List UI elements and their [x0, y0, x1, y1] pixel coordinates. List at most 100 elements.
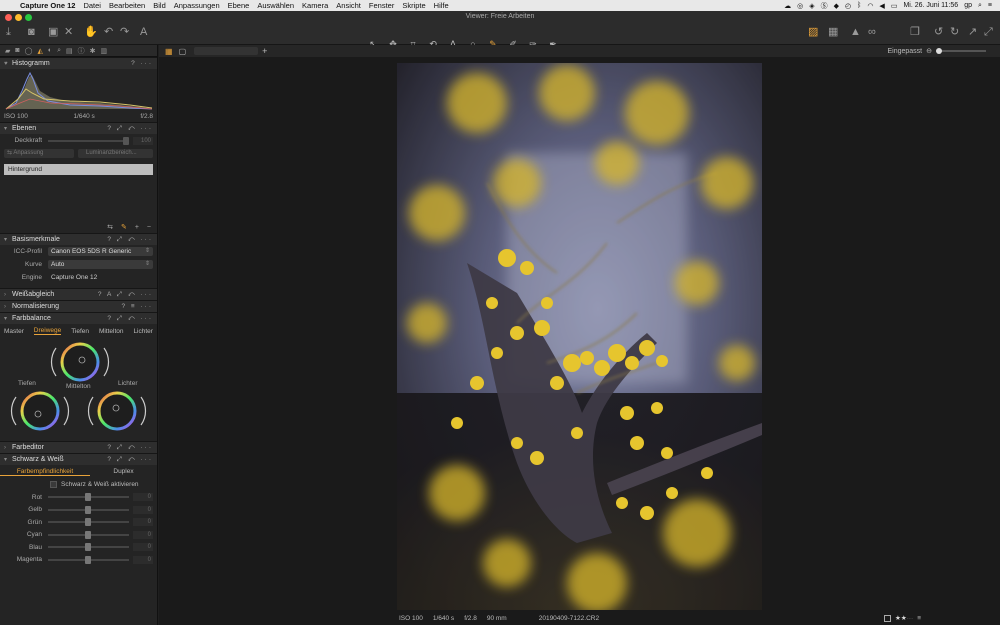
zoom-slider-knob[interactable] — [936, 48, 942, 54]
hand-icon[interactable]: ✋ — [84, 27, 98, 38]
delete-icon[interactable]: ✕ — [64, 27, 73, 38]
menu-select[interactable]: Auswählen — [257, 1, 294, 10]
layer-background[interactable]: Hintergrund — [4, 164, 153, 175]
grid-layout-icon[interactable]: ▦ — [165, 47, 173, 56]
exposure-warning-icon[interactable]: ▲ — [850, 27, 861, 38]
battery-icon[interactable]: ▭ — [891, 2, 898, 10]
zoom-out-icon[interactable]: ⊖ — [926, 47, 932, 55]
menu-help[interactable]: Hilfe — [434, 1, 449, 10]
menu-view[interactable]: Ansicht — [336, 1, 361, 10]
menu-camera[interactable]: Kamera — [302, 1, 328, 10]
menu-window[interactable]: Fenster — [369, 1, 394, 10]
bw-tools[interactable]: ? ⤢ ↶ ··· — [107, 456, 153, 464]
meta-tab-icon[interactable]: ⓘ — [78, 46, 85, 56]
proof-icon[interactable]: ∞ — [868, 27, 876, 38]
bw-enable-checkbox[interactable] — [50, 481, 57, 488]
lens-tab-icon[interactable]: ◯ — [25, 47, 33, 55]
skype-icon[interactable]: Ⓢ — [821, 1, 828, 11]
bw-blue-slider[interactable] — [48, 543, 129, 552]
timemachine-icon[interactable]: ◴ — [845, 2, 851, 10]
luminance-button[interactable]: Luminanzbereich... — [78, 149, 153, 158]
menu-adjustments[interactable]: Anpassungen — [174, 1, 220, 10]
reset-icon[interactable]: ⤢ — [984, 27, 993, 38]
star-rating[interactable]: ★★··· — [895, 614, 913, 622]
exposure-tab-icon[interactable]: ◐ — [48, 47, 52, 54]
opacity-value[interactable]: 100 — [133, 136, 153, 145]
camera-tab-icon[interactable]: ◙ — [15, 47, 19, 54]
auto-adjust-icon[interactable]: A — [140, 27, 147, 38]
tab-midtones[interactable]: Mittelton — [99, 328, 124, 335]
volume-icon[interactable]: ◀ — [879, 2, 884, 10]
spotlight-icon[interactable]: ⌕ — [978, 2, 982, 10]
grid-view-icon[interactable]: ▦ — [828, 27, 838, 38]
menu-edit[interactable]: Bearbeiten — [109, 1, 145, 10]
menu-image[interactable]: Bild — [153, 1, 166, 10]
capture-icon[interactable]: ◙ — [28, 27, 35, 38]
batch-tab-icon[interactable]: ▥ — [101, 47, 108, 55]
single-view-icon[interactable]: ▢ — [179, 47, 187, 56]
rotate-right-icon[interactable]: ↻ — [950, 27, 959, 38]
normalization-header[interactable]: › Normalisierung ? ≡ ··· — [0, 300, 157, 312]
color-balance-header[interactable]: ▾ Farbbalance ? ⤢ ↶ ··· — [0, 312, 157, 324]
highlight-wheel[interactable] — [87, 391, 147, 431]
bw-yellow-slider[interactable] — [48, 505, 129, 514]
tab-sensitivity[interactable]: Farbempfindlichkeit — [0, 468, 90, 476]
menu-file[interactable]: Datei — [83, 1, 101, 10]
bw-red-slider[interactable] — [48, 493, 129, 502]
layer-options-icon[interactable]: ⇆ — [107, 223, 113, 231]
shadow-wheel[interactable] — [10, 391, 70, 431]
color-tag-icon[interactable] — [884, 614, 892, 622]
layers-header[interactable]: ▾ Ebenen ? ⤢ ↶ ··· — [0, 122, 157, 134]
color-tab-icon[interactable]: ◭ — [37, 47, 42, 55]
add-icon[interactable]: + — [262, 46, 267, 56]
rotate-left-icon[interactable]: ↺ — [934, 27, 943, 38]
sync-icon[interactable]: ◎ — [797, 2, 803, 10]
notification-icon[interactable]: ≡ — [988, 2, 992, 9]
bw-red-value[interactable]: 0 — [133, 493, 153, 502]
menu-icon[interactable]: ≡ — [917, 615, 921, 622]
remove-layer-icon[interactable]: − — [147, 224, 151, 231]
tab-duplex[interactable]: Duplex — [90, 468, 157, 475]
user-name[interactable]: gp — [964, 2, 972, 9]
bw-blue-value[interactable]: 0 — [133, 543, 153, 552]
midtone-wheel[interactable] — [50, 342, 110, 382]
bw-header[interactable]: ▾ Schwarz & Weiß ? ⤢ ↶ ··· — [0, 453, 157, 465]
detail-tab-icon[interactable]: ⌕ — [57, 47, 61, 55]
bw-yellow-value[interactable]: 0 — [133, 505, 153, 514]
brush-layer-icon[interactable]: ✎ — [121, 223, 127, 231]
bw-green-value[interactable]: 0 — [133, 518, 153, 527]
bw-cyan-slider[interactable] — [48, 530, 129, 539]
icc-dropdown[interactable]: Canon EOS 5DS R Generic — [48, 247, 153, 256]
adjust-tab-icon[interactable]: ▤ — [66, 47, 73, 55]
viewer-mode-icon[interactable]: ▨ — [808, 27, 818, 38]
curve-dropdown[interactable]: Auto — [48, 260, 153, 269]
bw-magenta-slider[interactable] — [48, 555, 129, 564]
tab-master[interactable]: Master — [4, 328, 24, 335]
clock[interactable]: Mi. 26. Juni 11:56 — [903, 2, 958, 9]
cloud-icon[interactable]: ☁ — [784, 2, 791, 10]
bw-magenta-value[interactable]: 0 — [133, 555, 153, 564]
bluetooth-icon[interactable]: ᛒ — [857, 2, 861, 9]
import-icon[interactable]: ⤓ — [6, 27, 11, 38]
normalization-tools[interactable]: ? ≡ ··· — [121, 303, 153, 310]
undo-icon[interactable]: ↶ — [104, 27, 113, 38]
histogram-tools[interactable]: ? ··· — [131, 60, 153, 67]
add-layer-icon[interactable]: + — [135, 224, 139, 231]
menu-app-name[interactable]: Capture One 12 — [20, 1, 75, 10]
tab-shadows[interactable]: Tiefen — [71, 328, 89, 335]
redo-icon[interactable]: ↷ — [120, 27, 129, 38]
copy-adjust-icon[interactable]: ❐ — [910, 27, 920, 38]
color-editor-header[interactable]: › Farbeditor ? ⤢ ↶ ··· — [0, 441, 157, 453]
zoom-label[interactable]: Eingepasst — [887, 48, 922, 55]
color-editor-tools[interactable]: ? ⤢ ↶ ··· — [107, 444, 153, 452]
star-empty-icon[interactable]: · — [911, 615, 913, 622]
wifi-icon[interactable]: ◠ — [867, 2, 873, 10]
shield-icon[interactable]: ◈ — [809, 2, 814, 10]
histogram-header[interactable]: ♥ Histogramm ? ··· — [0, 57, 157, 69]
bw-cyan-value[interactable]: 0 — [133, 530, 153, 539]
color-balance-tools[interactable]: ? ⤢ ↶ ··· — [107, 315, 153, 323]
menu-scripts[interactable]: Skripte — [402, 1, 425, 10]
opacity-slider[interactable] — [48, 136, 129, 145]
zoom-slider[interactable] — [936, 48, 986, 54]
main-photo[interactable] — [397, 63, 762, 610]
